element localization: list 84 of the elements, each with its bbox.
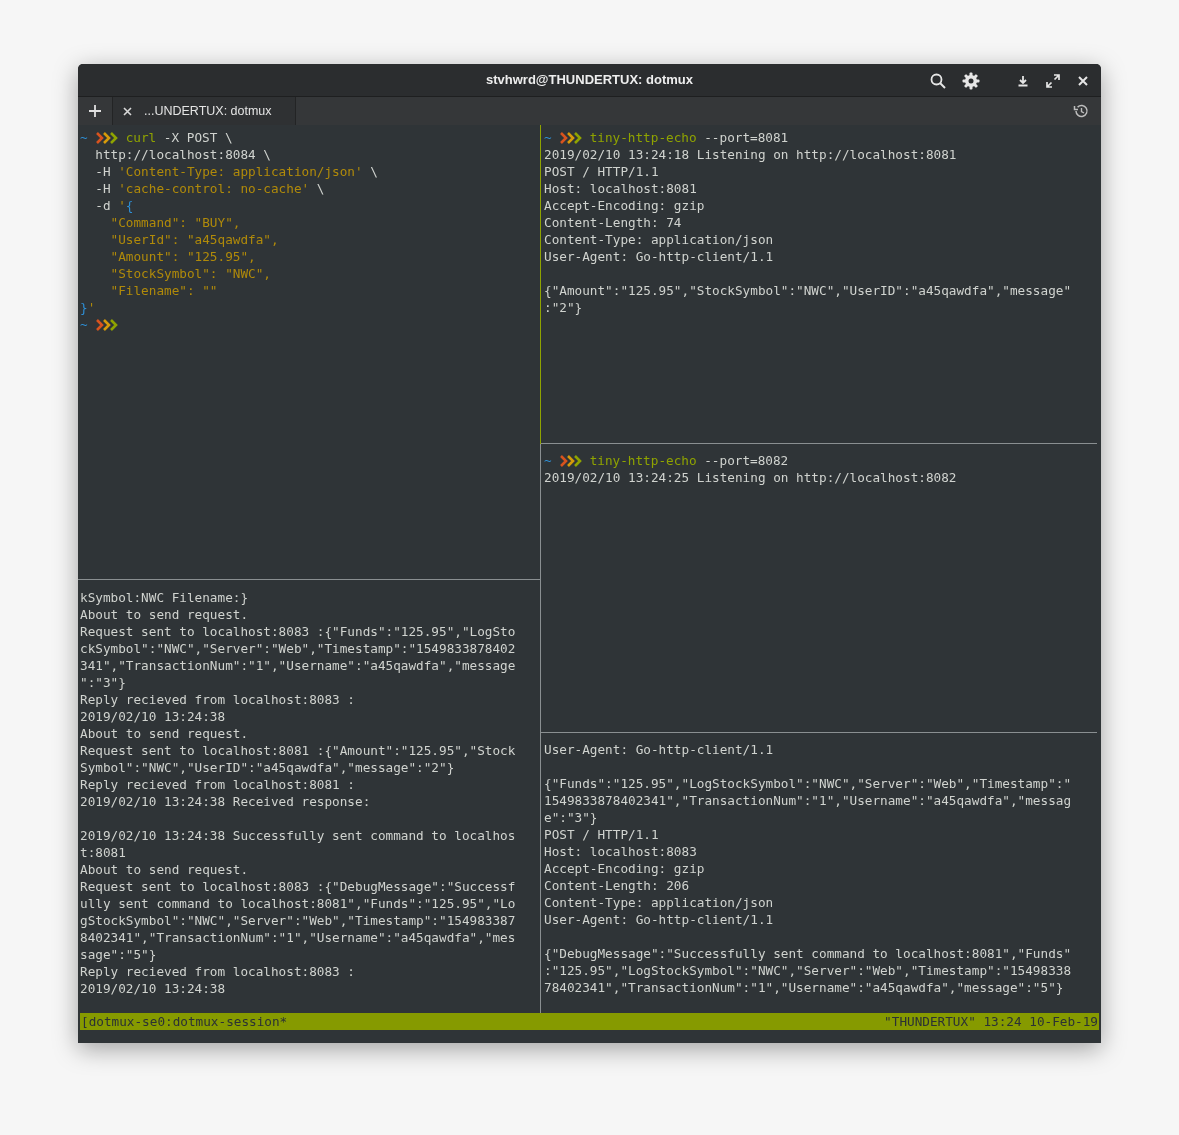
terminal-line: Reply recieved from localhost:8081 : (80, 776, 355, 793)
chevron-icon (94, 131, 119, 144)
terminal-line: User-Agent: Go-http-client/1.1 (544, 911, 774, 928)
terminal-line: Reply recieved from localhost:8083 : (80, 691, 355, 708)
terminal-line: 2019/02/10 13:24:25 Listening on http://localhost:8082 (544, 469, 957, 486)
terminal-line: "StockSymbol": "NWC", (109, 265, 271, 282)
terminal-line: "Amount": "125.95", (109, 248, 256, 265)
terminal-line: 2019/02/10 13:24:18 Listening on http://localhost:8081 (544, 146, 957, 163)
terminal-line: Request sent to localhost:8081 :{"Amount":"125.95","Stock (80, 742, 516, 759)
search-icon (930, 72, 946, 89)
terminal-line: {"DebugMessage":"Successfully sent command to localhost:8081","Funds" (544, 945, 1072, 962)
history-icon (1073, 103, 1089, 119)
terminal-line: Host: localhost:8083 (544, 843, 697, 860)
terminal-line: http://localhost:8084 \ (94, 146, 271, 163)
prompt-tilde: ~ (80, 316, 88, 334)
terminal-line: Content-Length: 74 (544, 214, 682, 231)
terminal-line: ckSymbol":"NWC","Server":"Web","Timestamp":"1549833878402 (80, 640, 516, 657)
terminal-line: Accept-Encoding: gzip (544, 197, 705, 214)
expand-icon (1046, 73, 1060, 88)
terminal-line: -H 'Content-Type: application/json' \ (94, 163, 378, 180)
command-line: tiny-http-echo --port=8081 (589, 129, 789, 147)
plus-icon (89, 105, 101, 117)
window-title: stvhwrd@THUNDERTUX: dotmux (486, 71, 693, 90)
terminal-line: 2019/02/10 13:24:38 Received response: (80, 793, 371, 810)
terminal-line: 2019/02/10 13:24:38 (80, 980, 226, 997)
terminal-line: 2019/02/10 13:24:38 (80, 708, 226, 725)
terminal-line: -d '{ (94, 197, 134, 214)
terminal-line: "UserId": "a45qawdfa", (109, 231, 279, 248)
tab-label: ...UNDERTUX: dotmux (144, 102, 272, 120)
terminal-line: 1549833878402341","TransactionNum":"1","Username":"a45qawdfa","messag (544, 792, 1072, 809)
terminal-line: gStockSymbol":"NWC","Server":"Web","Timestamp":"154983387 (80, 912, 516, 929)
terminal-line: POST / HTTP/1.1 (544, 826, 659, 843)
terminal-line: "Filename": "" (109, 282, 218, 299)
prompt-tilde: ~ (544, 452, 552, 470)
terminal-line: 8402341","TransactionNum":"1","Username":"a45qawdfa","mes (80, 929, 516, 946)
terminal-line: {"Amount":"125.95","StockSymbol":"NWC","UserID":"a45qawdfa","message" (544, 282, 1072, 299)
terminal-line: 341","TransactionNum":"1","Username":"a45qawdfa","message (80, 657, 516, 674)
terminal-line: 2019/02/10 13:24:38 Successfully sent command to localhos (80, 827, 516, 844)
terminal-line: Content-Type: application/json (544, 231, 774, 248)
terminal-line: ully sent command to localhost:8081","Funds":"125.95","Lo (80, 895, 516, 912)
terminal-line: kSymbol:NWC Filename:} (80, 589, 249, 606)
command-line: tiny-http-echo --port=8082 (589, 452, 789, 470)
terminal-line: Request sent to localhost:8083 :{"Funds":"125.95","LogSto (80, 623, 516, 640)
terminal-line: "Command": "BUY", (109, 214, 241, 231)
terminal-line: Accept-Encoding: gzip (544, 860, 705, 877)
terminal-line: sage":"5"} (80, 946, 157, 963)
settings-button[interactable] (961, 70, 981, 91)
terminal-line: {"Funds":"125.95","LogStockSymbol":"NWC","Server":"Web","Timestamp":" (544, 775, 1072, 792)
terminal-line: Content-Length: 206 (544, 877, 690, 894)
terminal-line: Symbol":"NWC","UserID":"a45qawdfa","message":"2"} (80, 759, 455, 776)
prompt-tilde: ~ (80, 129, 88, 147)
chevron-icon (558, 454, 583, 467)
terminal-line: :"2"} (544, 299, 583, 316)
tab[interactable]: ...UNDERTUX: dotmux (112, 97, 296, 125)
terminal-line: About to send request. (80, 861, 249, 878)
terminal-line: About to send request. (80, 725, 249, 742)
session-name: [dotmux-se0:dotmux-session* (81, 1013, 288, 1030)
terminal-line: About to send request. (80, 606, 249, 623)
terminal-line: e":"3"} (544, 809, 598, 826)
host-clock: "THUNDERTUX" 13:24 10-Feb-19 (884, 1013, 1098, 1030)
terminal-line: POST / HTTP/1.1 (544, 163, 659, 180)
settings-icon (962, 71, 980, 90)
terminal-line: Host: localhost:8081 (544, 180, 697, 197)
terminal-line: ":"3"} (80, 674, 126, 691)
search-button[interactable] (929, 71, 947, 90)
maximize-button[interactable] (1045, 72, 1061, 89)
terminal-line: Request sent to localhost:8083 :{"DebugMessage":"Successf (80, 878, 516, 895)
download-icon (1017, 74, 1029, 87)
terminal-line: t:8081 (80, 844, 126, 861)
terminal-line: User-Agent: Go-http-client/1.1 (544, 741, 774, 758)
terminal-line: -H 'cache-control: no-cache' \ (94, 180, 325, 197)
terminal-line: Reply recieved from localhost:8083 : (80, 963, 355, 980)
chevron-icon (558, 131, 583, 144)
close-icon (122, 106, 132, 116)
terminal-pane[interactable]: ~ tiny-http-echo --port=8082 2019/02/10 13:24:25 Listening on http://localhost:8082 (541, 444, 1097, 732)
chevron-icon (94, 318, 119, 331)
terminal-line: }' (80, 299, 96, 316)
terminal-line: Content-Type: application/json (544, 894, 774, 911)
prompt-tilde: ~ (544, 129, 552, 147)
close-icon (1078, 75, 1088, 86)
command-line: curl -X POST \ (125, 129, 233, 147)
terminal-line: :"125.95","LogStockSymbol":"NWC","Server":"Web","Timestamp":"15498338 (544, 962, 1072, 979)
terminal-line: 78402341","TransactionNum":"1","Username":"a45qawdfa","message":"5"} (544, 979, 1064, 996)
terminal-line: User-Agent: Go-http-client/1.1 (544, 248, 774, 265)
